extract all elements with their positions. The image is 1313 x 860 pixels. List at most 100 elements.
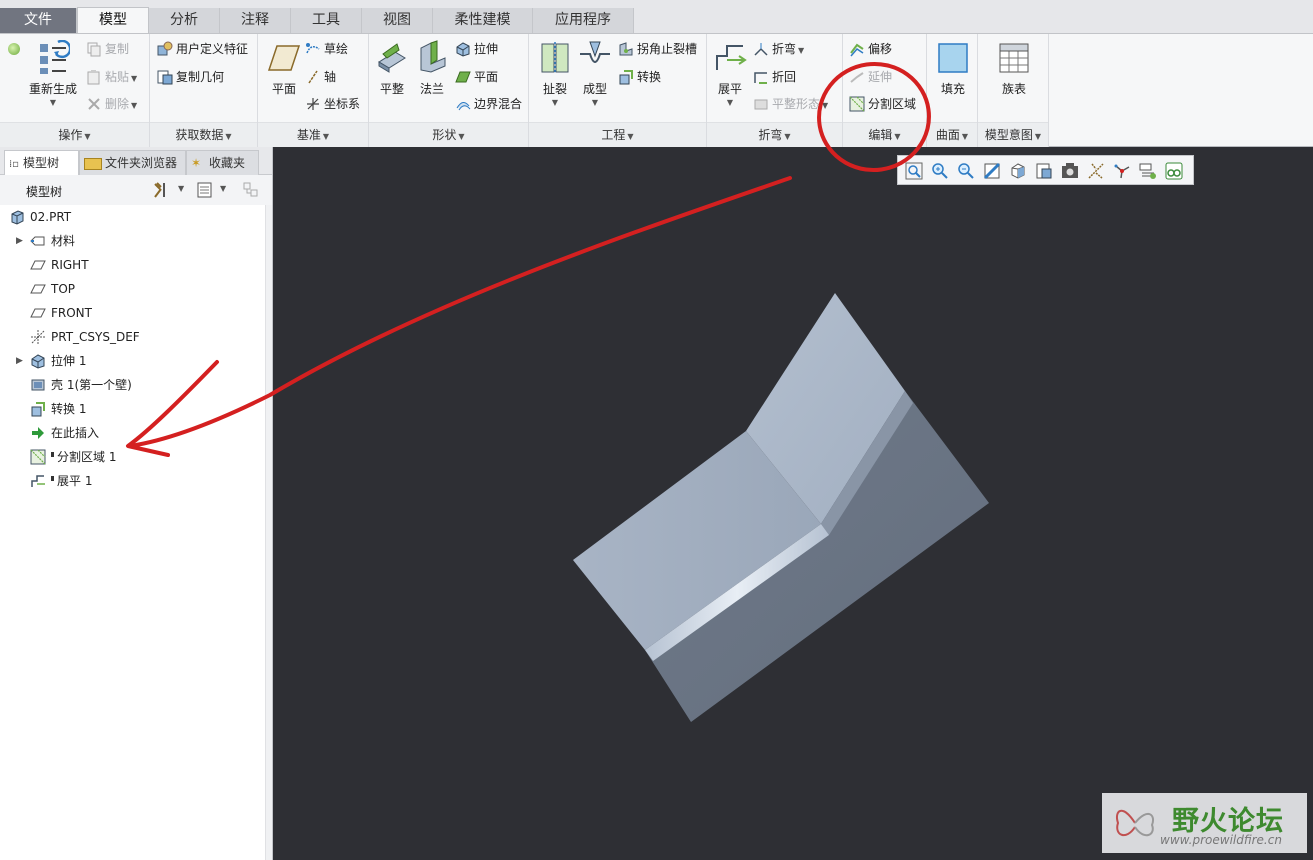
group-edit-title[interactable]: 编辑 ▼ <box>843 122 926 147</box>
chevron-down-icon: ▼ <box>551 98 559 107</box>
tab-analysis[interactable]: 分析 <box>149 8 220 33</box>
corner-relief-button[interactable]: 拐角止裂槽 <box>618 39 697 59</box>
group-engineering: 扯裂 ▼ 成型 ▼ 拐角止裂槽 转换 工程 ▼ <box>529 34 707 147</box>
chevron-down-icon: ▼ <box>784 132 791 141</box>
group-shape-title[interactable]: 形状 ▼ <box>369 122 528 147</box>
fill-button[interactable]: 填充 <box>933 40 973 97</box>
family-table-button[interactable]: 族表 <box>994 40 1034 97</box>
datum-plane-icon <box>30 281 46 297</box>
chevron-down-icon: ▼ <box>591 98 599 107</box>
chevron-down-icon: ▼ <box>1034 132 1042 141</box>
tab-flexible-modeling[interactable]: 柔性建模 <box>433 8 533 33</box>
favorites-star-icon: ✶ <box>191 156 202 170</box>
watermark-url: www.proewildfire.cn <box>1160 833 1282 847</box>
tab-model-tree[interactable]: ⁞▫ 模型树 <box>4 150 79 175</box>
paste-icon <box>86 69 102 85</box>
group-edit: 偏移 延伸 分割区域 编辑 ▼ <box>843 34 927 147</box>
panel-tabs: ⁞▫ 模型树 文件夹浏览器 ✶ 收藏夹 <box>0 147 272 175</box>
chevron-down-icon: ▼ <box>726 98 734 107</box>
group-operations-title[interactable]: 操作 ▼ <box>0 122 149 147</box>
rip-button[interactable]: 扯裂 ▼ <box>537 40 573 107</box>
status-light-icon <box>8 43 20 55</box>
tab-model[interactable]: 模型 <box>77 7 149 33</box>
datum-plane-icon <box>267 40 301 76</box>
group-get-data: 用户定义特征 复制几何 获取数据 ▼ <box>150 34 258 147</box>
group-operations: 重新生成 ▼ 复制 粘贴 ▼ 删除 ▼ 操作 ▼ <box>0 34 150 147</box>
copy-geometry-icon <box>157 69 173 85</box>
group-datum-title[interactable]: 基准 ▼ <box>258 122 368 147</box>
sketch-icon <box>305 41 321 57</box>
flat-state-button[interactable]: 平整形态 ▼ <box>753 94 828 114</box>
sketch-button[interactable]: 草绘 <box>305 39 348 59</box>
part-3d-model[interactable] <box>273 147 1313 860</box>
axis-button[interactable]: 轴 <box>305 67 336 87</box>
chevron-down-icon: ▼ <box>49 98 57 107</box>
flange-icon <box>415 40 449 76</box>
flat-wall-button[interactable]: 平整 <box>373 40 411 97</box>
unbend-icon <box>30 473 46 489</box>
settings-tools-icon[interactable] <box>152 181 170 199</box>
convert-button[interactable]: 转换 <box>618 67 661 87</box>
chevron-down-icon: ▼ <box>458 132 465 141</box>
group-engineering-title[interactable]: 工程 ▼ <box>529 122 706 147</box>
fill-icon <box>936 40 970 76</box>
regenerate-icon <box>36 39 72 76</box>
expand-arrow-icon[interactable]: ▶ <box>16 229 23 253</box>
expand-arrow-icon[interactable]: ▶ <box>16 349 23 373</box>
tree-scrollbar[interactable] <box>265 205 272 860</box>
convert-icon <box>618 69 634 85</box>
csys-icon <box>30 329 46 345</box>
delete-button[interactable]: 删除 ▼ <box>86 94 137 114</box>
csys-button[interactable]: 坐标系 <box>305 94 360 114</box>
group-model-intent-title[interactable]: 模型意图 ▼ <box>978 122 1048 147</box>
insert-arrow-icon <box>30 425 46 441</box>
datum-plane-icon <box>30 257 46 273</box>
datum-plane-button[interactable]: 平面 <box>264 40 304 97</box>
boundary-blend-button[interactable]: 边界混合 <box>455 94 522 114</box>
extend-button[interactable]: 延伸 <box>849 67 892 87</box>
tab-file[interactable]: 文件 <box>0 8 77 33</box>
tree-filter-icon[interactable] <box>242 181 260 199</box>
copy-icon <box>86 41 102 57</box>
offset-button[interactable]: 偏移 <box>849 39 892 59</box>
paste-button[interactable]: 粘贴 ▼ <box>86 67 137 87</box>
chevron-down-icon[interactable]: ▼ <box>220 184 226 193</box>
ribbon-tab-bar: 文件 模型 分析 注释 工具 视图 柔性建模 应用程序 <box>0 0 1313 33</box>
planar-icon <box>455 69 471 85</box>
split-area-button[interactable]: 分割区域 <box>849 94 916 114</box>
offset-icon <box>849 41 865 57</box>
tab-favorites[interactable]: ✶ 收藏夹 <box>186 150 259 175</box>
tab-tools[interactable]: 工具 <box>291 8 362 33</box>
form-button[interactable]: 成型 ▼ <box>577 40 613 107</box>
flat-wall-icon <box>375 40 409 76</box>
group-surface-title[interactable]: 曲面 ▼ <box>927 122 977 147</box>
family-table-icon <box>997 40 1031 76</box>
show-list-icon[interactable] <box>196 181 214 199</box>
tab-folder-browser[interactable]: 文件夹浏览器 <box>79 150 186 175</box>
chevron-down-icon: ▼ <box>131 74 138 83</box>
tab-annotate[interactable]: 注释 <box>220 8 291 33</box>
flange-button[interactable]: 法兰 <box>413 40 451 97</box>
chevron-down-icon: ▼ <box>84 132 91 141</box>
planar-button[interactable]: 平面 <box>455 67 498 87</box>
tab-view[interactable]: 视图 <box>362 8 433 33</box>
suppressed-marker-icon <box>51 452 54 457</box>
chevron-down-icon[interactable]: ▼ <box>178 184 184 193</box>
folder-icon <box>84 157 102 170</box>
regenerate-button[interactable]: 重新生成 ▼ <box>24 39 82 107</box>
group-get-data-title[interactable]: 获取数据 ▼ <box>150 122 257 147</box>
tab-applications[interactable]: 应用程序 <box>533 8 634 33</box>
extrude-button[interactable]: 拉伸 <box>455 39 498 59</box>
graphics-viewport[interactable] <box>273 147 1313 860</box>
bend-button[interactable]: 折弯 ▼ <box>753 39 804 59</box>
copy-geometry-button[interactable]: 复制几何 <box>157 67 224 87</box>
delete-icon <box>86 96 102 112</box>
unbend-button[interactable]: 展平 ▼ <box>711 40 749 107</box>
copy-button[interactable]: 复制 <box>86 39 129 59</box>
bend-back-button[interactable]: 折回 <box>753 67 796 87</box>
convert-icon <box>30 401 46 417</box>
chevron-down-icon: ▼ <box>822 101 829 110</box>
udf-button[interactable]: 用户定义特征 <box>157 39 248 59</box>
axis-icon <box>305 69 321 85</box>
group-bend-title[interactable]: 折弯 ▼ <box>707 122 842 147</box>
